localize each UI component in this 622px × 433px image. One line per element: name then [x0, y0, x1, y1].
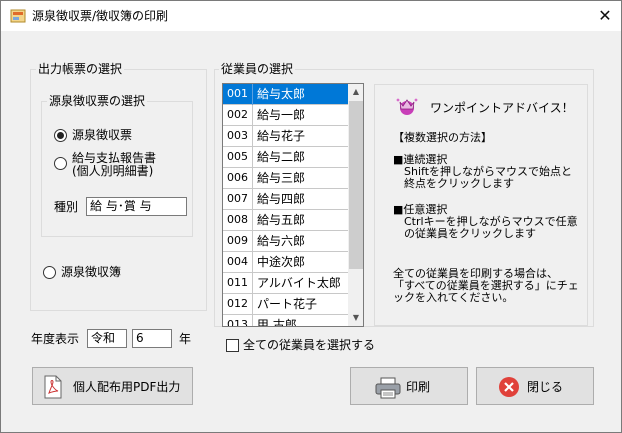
employee-list-item[interactable]: 001 給与太郎 [223, 84, 349, 105]
pdf-output-button[interactable]: 個人配布用PDF出力 [32, 367, 193, 405]
employee-list-item[interactable]: 007 給与四郎 [223, 189, 349, 210]
title-bar: 源泉徴収票/徴収簿の印刷 ✕ [1, 1, 621, 31]
employee-name: 給与四郎 [257, 192, 306, 206]
close-button-label: 閉じる [527, 380, 564, 394]
employee-code: 008 [223, 210, 253, 231]
pdf-file-icon [44, 375, 62, 399]
employee-name: 給与六郎 [257, 234, 306, 248]
employee-name: パート花子 [257, 297, 318, 311]
employee-code: 001 [223, 84, 253, 105]
employee-list-item[interactable]: 009 給与六郎 [223, 231, 349, 252]
pdf-output-button-label: 個人配布用PDF出力 [73, 380, 181, 394]
employee-code: 004 [223, 252, 253, 273]
employee-code: 005 [223, 147, 253, 168]
radio-withholding-slip[interactable] [54, 129, 67, 142]
era-field[interactable]: 令和 [87, 329, 127, 348]
employee-group-label: 従業員の選択 [219, 62, 296, 76]
printer-icon [375, 377, 401, 399]
scroll-down-icon[interactable]: ▼ [348, 310, 363, 326]
print-button[interactable]: 印刷 [350, 367, 468, 405]
employee-list-scrollbar[interactable]: ▲ ▼ [348, 84, 363, 326]
advice-arbitrary-line2: の従業員をクリックします [393, 227, 536, 240]
radio-payment-report[interactable] [54, 157, 67, 170]
employee-code: 007 [223, 189, 253, 210]
type-field[interactable]: 給 与･賞 与 [86, 197, 187, 216]
print-button-label: 印刷 [406, 380, 431, 394]
employee-name: 給与太郎 [257, 87, 306, 101]
employee-code: 013 [223, 315, 253, 326]
employee-list-item[interactable]: 011 アルバイト太郎 [223, 273, 349, 294]
window-close-icon[interactable]: ✕ [591, 5, 619, 27]
crown-icon [396, 98, 418, 115]
employee-name: 給与二郎 [257, 150, 306, 164]
employee-name: 給与五郎 [257, 213, 306, 227]
radio-payment-report-label-line1: 給与支払報告書 [72, 151, 157, 165]
radio-withholding-ledger[interactable] [43, 266, 56, 279]
employee-list-item[interactable]: 003 給与花子 [223, 126, 349, 147]
employee-code: 009 [223, 231, 253, 252]
radio-payment-report-label-line2: (個人別明細書) [72, 164, 154, 178]
employee-name: 給与三郎 [257, 171, 306, 185]
type-label: 種別 [54, 200, 79, 214]
employee-listbox[interactable]: 001 給与太郎 002 給与一郎 003 給与花子 005 給与二郎 006 給与三郎 007 給与… [222, 83, 364, 327]
year-number-field[interactable]: 6 [132, 329, 172, 348]
scroll-thumb[interactable] [349, 101, 363, 269]
advice-continuous-line2: 終点をクリックします [393, 177, 514, 190]
employee-name: 給与一郎 [257, 108, 306, 122]
radio-withholding-slip-label: 源泉徴収票 [72, 128, 133, 142]
close-button[interactable]: 閉じる [476, 367, 594, 405]
year-label: 年度表示 [31, 332, 80, 346]
employee-code: 012 [223, 294, 253, 315]
employee-name: 中途次郎 [257, 255, 306, 269]
app-icon [10, 9, 26, 23]
employee-list-item[interactable]: 005 給与二郎 [223, 147, 349, 168]
scroll-up-icon[interactable]: ▲ [348, 84, 363, 100]
employee-code: 002 [223, 105, 253, 126]
advice-panel: ワンポイントアドバイス！ 【複数選択の方法】 ■連続選択 Shiftを押しながら… [374, 84, 588, 326]
select-all-label: 全ての従業員を選択する [243, 338, 376, 352]
year-unit-label: 年 [179, 332, 192, 346]
employee-list-item[interactable]: 004 中途次郎 [223, 252, 349, 273]
employee-code: 011 [223, 273, 253, 294]
withholding-slip-group-label: 源泉徴収票の選択 [47, 94, 148, 108]
select-all-checkbox[interactable] [226, 339, 239, 352]
employee-list-item[interactable]: 006 給与三郎 [223, 168, 349, 189]
employee-name: アルバイト太郎 [257, 276, 341, 290]
radio-withholding-ledger-label: 源泉徴収簿 [61, 265, 122, 279]
employee-name: 甲 古郎 [257, 318, 297, 327]
employee-list-item[interactable]: 013 甲 古郎 [223, 315, 349, 327]
employee-name: 給与花子 [257, 129, 306, 143]
advice-all-line3: ックを入れてください。 [393, 291, 514, 304]
print-dialog-window: 源泉徴収票/徴収簿の印刷 ✕ 出力帳票の選択 源泉徴収票の選択 源泉徴収票 給与… [0, 0, 622, 433]
employee-list-item[interactable]: 002 給与一郎 [223, 105, 349, 126]
employee-list-item[interactable]: 008 給与五郎 [223, 210, 349, 231]
employee-list-item[interactable]: 012 パート花子 [223, 294, 349, 315]
advice-method-title: 【複数選択の方法】 [393, 131, 492, 144]
advice-heading: ワンポイントアドバイス！ [430, 101, 574, 115]
employee-code: 006 [223, 168, 253, 189]
window-title: 源泉徴収票/徴収簿の印刷 [32, 9, 169, 23]
employee-code: 003 [223, 126, 253, 147]
output-form-group-label: 出力帳票の選択 [36, 62, 125, 76]
close-circle-icon [499, 377, 519, 397]
